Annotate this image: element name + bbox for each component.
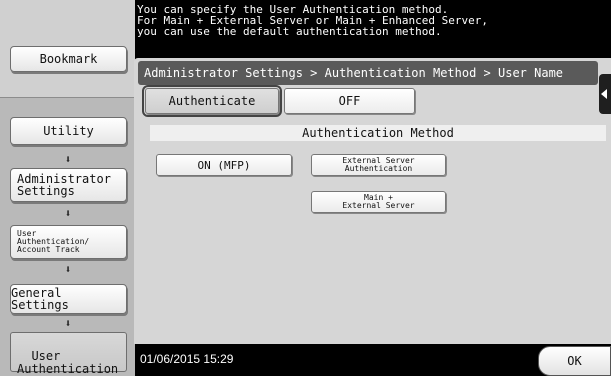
- main-external-server-label: Main + External Server: [342, 193, 415, 210]
- side-panel-toggle-icon[interactable]: [599, 74, 611, 114]
- auth-method-heading: Authentication Method: [150, 125, 606, 141]
- sidebar-item-label: Administrator Settings: [17, 172, 111, 198]
- sidebar-item-user-authentication-account-track[interactable]: User Authentication/ Account Track: [10, 225, 127, 259]
- sidebar-item-label: User Authentication: [17, 349, 119, 376]
- bookmark-button[interactable]: Bookmark: [10, 46, 127, 72]
- sidebar-item-general-settings[interactable]: General Settings: [10, 284, 127, 314]
- header-message: You can specify the User Authentication …: [137, 3, 488, 38]
- datetime-display: 01/06/2015 15:29: [140, 352, 234, 366]
- external-server-auth-label: External Server Authentication: [342, 156, 415, 173]
- bookmark-label: Bookmark: [39, 52, 98, 66]
- tab-authenticate[interactable]: Authenticate: [142, 85, 282, 117]
- sidebar-item-label: General Settings: [11, 286, 69, 312]
- external-server-auth-button[interactable]: External Server Authentication: [311, 154, 446, 176]
- tab-off[interactable]: OFF: [284, 88, 415, 114]
- down-arrow-icon: ⬇: [64, 153, 72, 166]
- tab-label: Authenticate: [168, 94, 256, 108]
- ok-button[interactable]: OK: [538, 346, 611, 376]
- sidebar-item-user-authentication[interactable]: User Authentication: [10, 332, 127, 376]
- down-arrow-icon: ⬇: [64, 207, 72, 220]
- tab-label: OFF: [338, 94, 361, 108]
- down-arrow-icon: ⬇: [64, 317, 72, 330]
- down-arrow-icon: ⬇: [64, 263, 72, 276]
- breadcrumb: Administrator Settings > Authentication …: [138, 61, 598, 85]
- on-mfp-button[interactable]: ON (MFP): [156, 154, 292, 176]
- sidebar-item-label: Utility: [43, 124, 94, 138]
- sidebar-item-label: User Authentication/ Account Track: [17, 229, 90, 254]
- on-mfp-label: ON (MFP): [197, 158, 251, 172]
- ok-label: OK: [567, 354, 582, 368]
- sidebar-item-utility[interactable]: Utility: [10, 117, 127, 145]
- main-external-server-button[interactable]: Main + External Server: [311, 191, 446, 213]
- sidebar-item-administrator-settings[interactable]: Administrator Settings: [10, 168, 127, 202]
